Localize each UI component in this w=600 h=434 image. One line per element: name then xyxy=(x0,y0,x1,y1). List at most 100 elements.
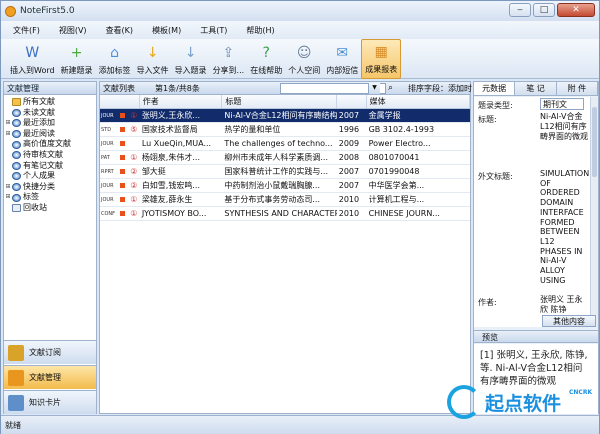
value-mark: ① xyxy=(130,111,138,120)
tree-toggle-icon[interactable]: ⊞ xyxy=(4,182,12,193)
table-row[interactable]: JOUR Lu XueQin,MUA... The challenges of te… xyxy=(100,137,470,151)
import-file-icon: ↓ xyxy=(146,45,159,61)
other-content-button[interactable]: 其他内容 xyxy=(542,315,596,327)
toolbar-label-2: 添加标签 xyxy=(98,66,131,75)
report-icon: ▦ xyxy=(374,44,388,60)
nav-button-1[interactable]: 文献管理 xyxy=(4,365,96,389)
maximize-button[interactable]: □ xyxy=(533,3,555,17)
toolbar-button-4[interactable]: ↓ 导入题录 xyxy=(172,39,210,79)
tree-item-4[interactable]: 高价值度文献 xyxy=(4,139,96,150)
list-toolbar: 文献列表 第1条/共8条 ▼ ⌕ 排序字段：添加时 xyxy=(100,82,472,95)
menu-item-5[interactable]: 帮助(H) xyxy=(246,25,274,36)
tree-item-label: 个人成果 xyxy=(23,171,55,181)
new-record-icon: + xyxy=(70,45,83,61)
category-icon xyxy=(12,119,21,128)
cell-author: 邹大挺 xyxy=(141,167,166,176)
table-body: JOUR ① 张明义,王永欣... Ni-Al-V合金L12相问有序畴结构... 200… xyxy=(100,109,470,221)
tree-toggle-icon[interactable]: ⊞ xyxy=(4,192,12,203)
category-icon xyxy=(12,140,21,149)
tree-item-5[interactable]: 待审核文献 xyxy=(4,150,96,161)
tree-item-7[interactable]: 个人成果 xyxy=(4,171,96,182)
watermark-logo-icon xyxy=(447,385,481,419)
nav-icon-2 xyxy=(8,394,24,411)
cell-media: 0701990048 xyxy=(368,167,420,176)
toolbar-button-5[interactable]: ⇪ 分享到... xyxy=(210,39,248,79)
record-type-select[interactable]: 期刊文 xyxy=(540,98,584,110)
metadata-scrollbar[interactable] xyxy=(590,97,598,327)
title-field[interactable]: Ni-Al-V合金L12相问有序畴界面的微观 xyxy=(540,112,588,142)
tab-metadata[interactable]: 元数据 xyxy=(474,82,516,95)
recycle-bin-icon xyxy=(12,204,21,213)
tree-item-8[interactable]: ⊞ 快捷分类 xyxy=(4,182,96,193)
toolbar-button-7[interactable]: ☺ 个人空间 xyxy=(285,39,323,79)
toolbar-button-6[interactable]: ? 在线帮助 xyxy=(247,39,285,79)
tree-item-6[interactable]: 有笔记文献 xyxy=(4,161,96,172)
toolbar-button-2[interactable]: ⌂ 添加标签 xyxy=(96,39,134,79)
tree-item-label: 待审核文献 xyxy=(23,149,63,159)
table-row[interactable]: JOUR ① 梁雄友,薛永生 基于分布式事务劳动态司... 2010 计算机工程与... xyxy=(100,193,470,207)
nav-button-2[interactable]: 知识卡片 xyxy=(4,390,96,414)
header-icons xyxy=(100,95,140,108)
tree-item-1[interactable]: 未读文献 xyxy=(4,108,96,119)
menu-item-1[interactable]: 视图(V) xyxy=(59,25,87,36)
toolbar-button-9[interactable]: ▦ 成果报表 xyxy=(361,39,402,79)
app-window: NoteFirst5.0 ‒ □ ✕ 文件(F) 视图(V) 查看(K) 模板(M) 工… xyxy=(0,0,600,434)
foreign-title-field[interactable]: SIMULATION OF ORDERED DOMAIN INTERFACE F… xyxy=(540,169,589,285)
doc-type: JOUR xyxy=(101,183,114,189)
tree-item-10[interactable]: 回收站 xyxy=(4,203,96,214)
header-year[interactable] xyxy=(337,95,367,108)
chevron-down-icon[interactable]: ▼ xyxy=(368,83,380,94)
value-mark: ① xyxy=(130,195,138,204)
import-record-icon: ↓ xyxy=(184,45,197,61)
author-field[interactable]: 张明义 王永欣 陈铮 xyxy=(540,295,588,315)
table-row[interactable]: JOUR ② 白如雪,钱宏鸣... 中药制剂治小鼠戴瑞胸腺... 2007 中华医学会第.… xyxy=(100,179,470,193)
toolbar-button-8[interactable]: ✉ 内部短信 xyxy=(323,39,361,79)
watermark: 起点软件 CNCRK xyxy=(447,377,597,427)
toolbar-button-0[interactable]: W 插入到Word xyxy=(7,39,58,79)
nav-label-2: 知识卡片 xyxy=(29,398,61,407)
help-icon: ? xyxy=(262,45,270,61)
window-title: NoteFirst5.0 xyxy=(20,6,75,16)
doc-type: RPRT xyxy=(101,169,114,175)
menu-item-0[interactable]: 文件(F) xyxy=(13,25,40,36)
tab-attachments[interactable]: 附 件 xyxy=(556,82,598,95)
tree-toggle-icon[interactable]: ⊞ xyxy=(4,129,12,140)
app-logo-icon xyxy=(5,5,16,17)
table-row[interactable]: STD ⑤ 国家技术监督局 热学的量和单位 1996 GB 3102.4-1993 xyxy=(100,123,470,137)
tree-toggle-icon[interactable]: ⊞ xyxy=(4,118,12,129)
left-panel: 文献管理 所有文献 未读文献 ⊞ 最近添加 ⊞ 最近阅读 高价值度文献 待审核文献有笔记文献个… xyxy=(3,81,97,414)
value-mark: ① xyxy=(130,153,138,162)
left-panel-title: 文献管理 xyxy=(4,82,96,95)
search-icon[interactable]: ⌕ xyxy=(388,83,393,93)
table-row[interactable]: PAT ① 杨翊泉,朱伟才... 柳州市未成年人科学素质调... 2008 0801070… xyxy=(100,151,470,165)
table-row[interactable]: JOUR ① 张明义,王永欣... Ni-Al-V合金L12相问有序畴结构... 200… xyxy=(100,109,470,123)
menu-item-4[interactable]: 工具(T) xyxy=(200,25,227,36)
minimize-button[interactable]: ‒ xyxy=(509,3,531,17)
cell-year: 2007 xyxy=(338,111,360,120)
menu-item-3[interactable]: 模板(M) xyxy=(152,25,181,36)
tree-item-label: 未读文献 xyxy=(23,107,55,117)
table-row[interactable]: RPRT ② 邹大挺 国家科普统计工作的实践与... 2007 0701990048 xyxy=(100,165,470,179)
tree-item-3[interactable]: ⊞ 最近阅读 xyxy=(4,129,96,140)
header-title[interactable]: 标题 xyxy=(222,95,337,108)
tree-item-2[interactable]: ⊞ 最近添加 xyxy=(4,118,96,129)
tree-item-0[interactable]: 所有文献 xyxy=(4,97,96,108)
nav-button-0[interactable]: 文献订阅 xyxy=(4,340,96,364)
value-mark: ② xyxy=(130,167,138,176)
cell-media: 中华医学会第... xyxy=(368,181,425,190)
toolbar-button-1[interactable]: + 新建题录 xyxy=(58,39,96,79)
value-mark xyxy=(126,137,140,150)
table-row[interactable]: CONF ① JYOTISMOY BO... SYNTHESIS AND CHARAC… xyxy=(100,207,470,221)
header-author[interactable]: 作者 xyxy=(140,95,223,108)
menu-item-2[interactable]: 查看(K) xyxy=(106,25,134,36)
category-tree: 所有文献 未读文献 ⊞ 最近添加 ⊞ 最近阅读 高价值度文献 待审核文献有笔记文献 个人成果 ⊞ 快… xyxy=(4,95,96,214)
tree-item-9[interactable]: ⊞ 标签 xyxy=(4,192,96,203)
cell-title: The challenges of techno... xyxy=(224,139,333,148)
cell-title: Ni-Al-V合金L12相问有序畴结构... xyxy=(224,111,337,120)
tab-notes[interactable]: 笔 记 xyxy=(515,82,557,95)
toolbar-button-3[interactable]: ↓ 导入文件 xyxy=(134,39,172,79)
category-icon xyxy=(12,161,21,170)
close-button[interactable]: ✕ xyxy=(557,3,595,17)
header-media[interactable]: 媒体 xyxy=(367,95,471,108)
watermark-text: 起点软件 xyxy=(485,392,562,415)
